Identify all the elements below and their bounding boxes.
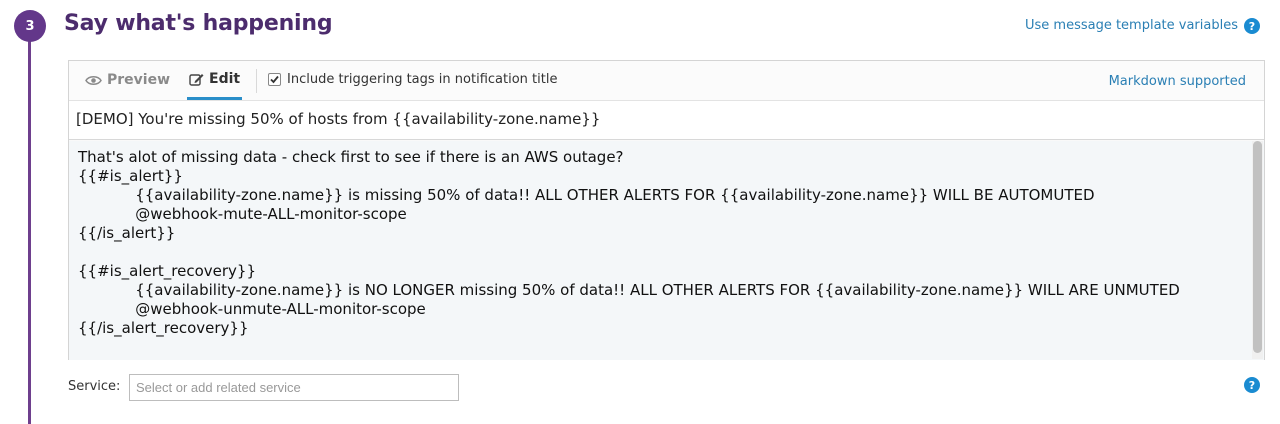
markdown-supported-link[interactable]: Markdown supported [1109, 74, 1246, 89]
help-icon[interactable]: ? [1244, 18, 1260, 34]
scrollbar-thumb[interactable] [1253, 141, 1262, 353]
tab-preview[interactable]: Preview [85, 61, 170, 99]
include-tags-option[interactable]: Include triggering tags in notification … [268, 72, 557, 87]
template-variables-link[interactable]: Use message template variables [1025, 18, 1238, 33]
body-scrollbar[interactable] [1252, 141, 1263, 359]
editor-toolbar: Preview Edit Include triggering tags in … [69, 61, 1264, 101]
notification-title-input[interactable]: [DEMO] You're missing 50% of hosts from … [69, 101, 1264, 140]
tab-preview-label: Preview [107, 72, 171, 88]
service-help-icon[interactable]: ? [1244, 377, 1260, 393]
step-rail [28, 36, 31, 424]
tab-edit[interactable]: Edit [187, 61, 243, 100]
section-title: Say what's happening [64, 11, 333, 36]
message-editor: Preview Edit Include triggering tags in … [68, 60, 1265, 360]
notification-body-textarea[interactable]: That's alot of missing data - check firs… [69, 141, 1264, 360]
service-input[interactable] [129, 374, 459, 401]
eye-icon [85, 75, 102, 85]
step-number-badge: 3 [14, 10, 46, 42]
pencil-square-icon [189, 73, 204, 86]
include-tags-label: Include triggering tags in notification … [287, 72, 558, 87]
service-label: Service: [68, 379, 121, 394]
toolbar-divider [256, 69, 257, 93]
include-tags-checkbox[interactable] [268, 73, 281, 86]
checkmark-icon [270, 75, 279, 84]
tab-edit-label: Edit [209, 71, 241, 87]
